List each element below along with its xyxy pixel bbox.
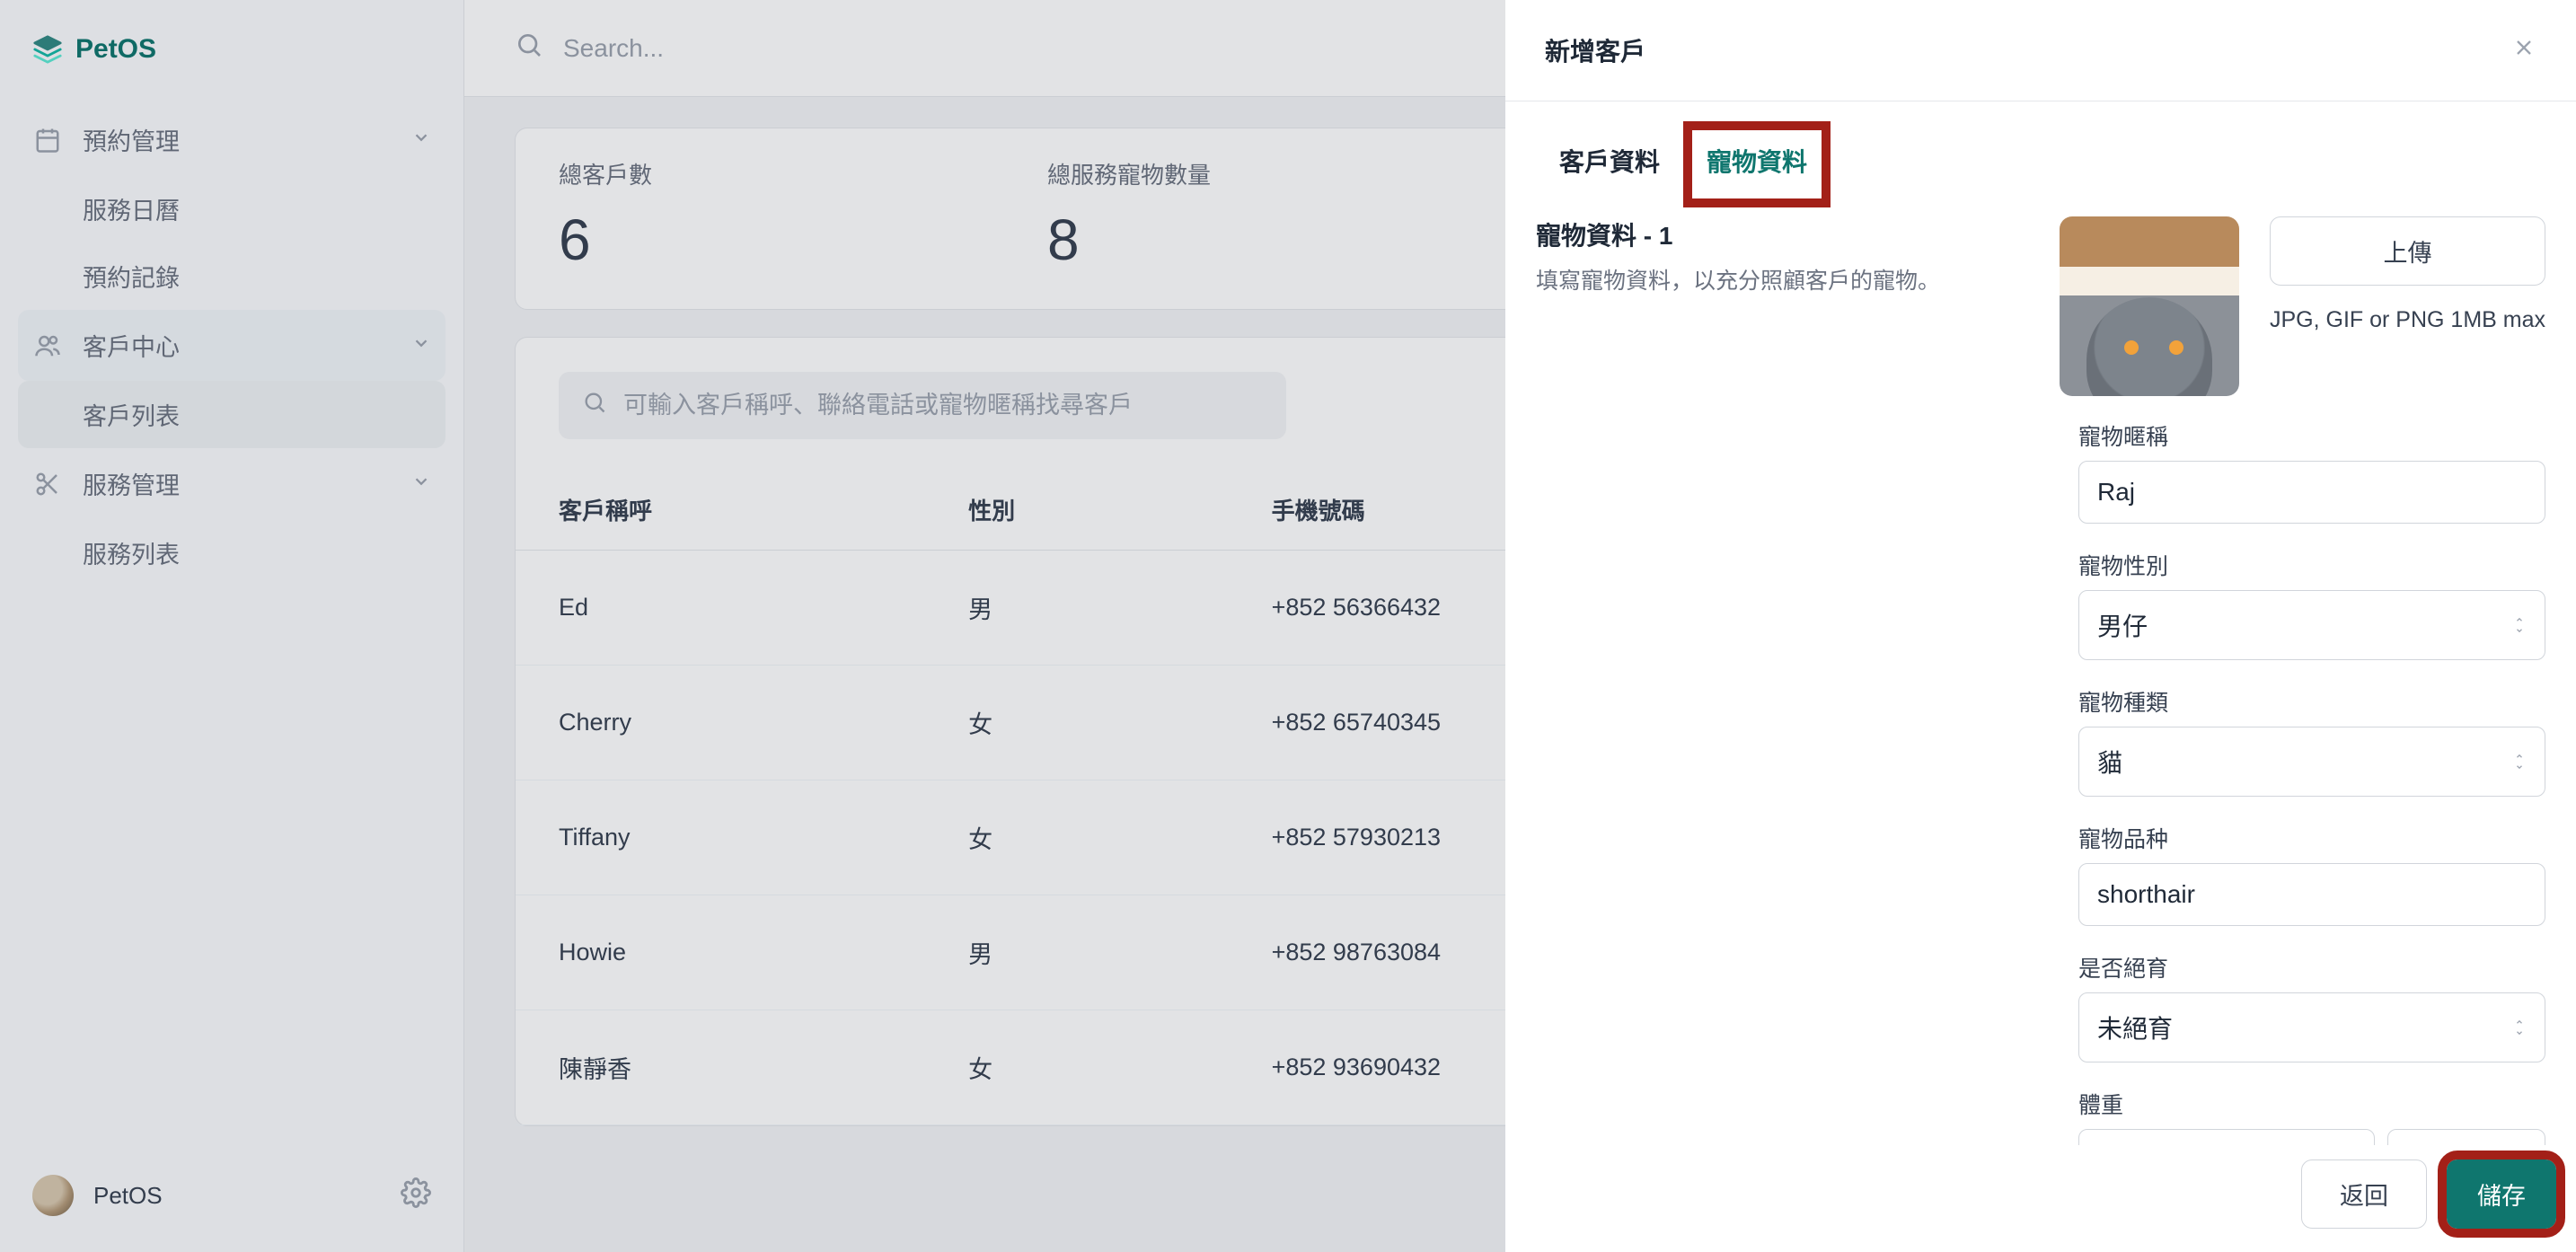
tab-label: 客戶資料 — [1559, 148, 1660, 176]
select-weight-unit[interactable]: kg — [2387, 1129, 2545, 1145]
drawer-title: 新增客戶 — [1545, 32, 1645, 68]
button-label: 返回 — [2340, 1183, 2388, 1210]
input-breed[interactable] — [2097, 880, 2527, 909]
chevron-updown-icon — [2512, 1018, 2527, 1037]
select-value: 男仔 — [2097, 607, 2512, 643]
label-breed: 寵物品种 — [2078, 822, 2545, 854]
drawer-header: 新增客戶 — [1505, 0, 2576, 101]
section-desc: 填寫寵物資料，以充分照顧客戶的寵物。 — [1536, 263, 2003, 295]
label-neutered: 是否絕育 — [2078, 951, 2545, 983]
add-customer-drawer: 新增客戶 客戶資料 寵物資料 寵物資料 - 1 填寫寵物資料，以充分照顧客戶的寵… — [1505, 0, 2576, 1252]
back-button[interactable]: 返回 — [2301, 1159, 2427, 1229]
tab-pet-info[interactable]: 寵物資料 — [1683, 121, 1831, 207]
chevron-updown-icon — [2512, 752, 2527, 771]
section-title: 寵物資料 - 1 — [1536, 216, 2003, 252]
tab-label: 寵物資料 — [1707, 148, 1807, 176]
select-gender[interactable]: 男仔 — [2078, 590, 2545, 660]
button-label: 上傳 — [2384, 240, 2432, 267]
input-nickname[interactable] — [2097, 478, 2527, 507]
tab-customer-info[interactable]: 客戶資料 — [1536, 121, 1683, 207]
label-species: 寵物種類 — [2078, 685, 2545, 718]
select-neutered[interactable]: 未絕育 — [2078, 992, 2545, 1062]
pet-section-header: 寵物資料 - 1 填寫寵物資料，以充分照顧客戶的寵物。 — [1536, 216, 2003, 396]
upload-hint: JPG, GIF or PNG 1MB max — [2270, 307, 2545, 333]
drawer-footer: 返回 儲存 — [1505, 1145, 2576, 1252]
label-nickname: 寵物暱稱 — [2078, 419, 2545, 452]
drawer-tabs: 客戶資料 寵物資料 — [1536, 121, 2545, 207]
close-icon[interactable] — [2511, 35, 2536, 66]
upload-button[interactable]: 上傳 — [2270, 216, 2545, 286]
button-label: 儲存 — [2477, 1183, 2526, 1210]
label-gender: 寵物性別 — [2078, 549, 2545, 581]
pet-photo[interactable] — [2060, 216, 2239, 396]
select-value: 貓 — [2097, 744, 2512, 780]
select-species[interactable]: 貓 — [2078, 727, 2545, 797]
select-value: 未絕育 — [2097, 1010, 2512, 1045]
label-weight: 體重 — [2078, 1088, 2545, 1120]
save-button[interactable]: 儲存 — [2447, 1159, 2556, 1229]
chevron-updown-icon — [2512, 615, 2527, 635]
